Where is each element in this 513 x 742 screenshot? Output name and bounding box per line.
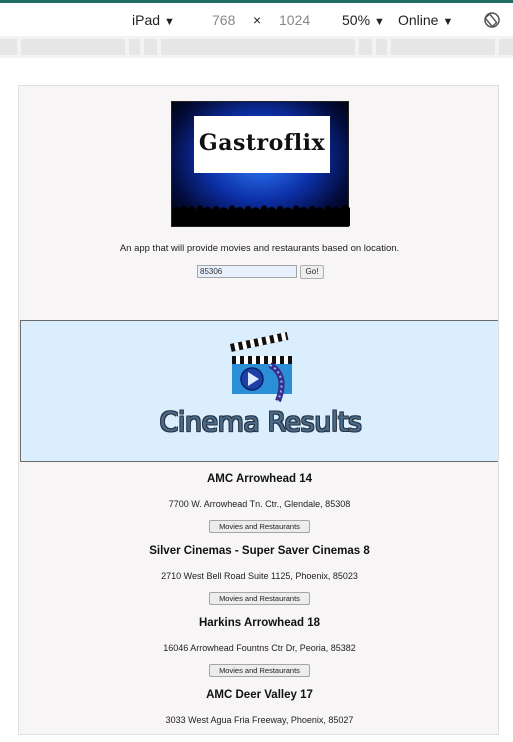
times-label: × [253, 12, 262, 28]
cinema-name: Harkins Arrowhead 18 [198, 617, 320, 629]
movies-and-restaurants-button[interactable]: Movies and Restaurants [209, 664, 310, 677]
chevron-down-icon: ▼ [164, 16, 175, 28]
cinema-name: AMC Deer Valley 17 [206, 689, 313, 701]
cinema-results-banner: Cinema Results [20, 320, 498, 462]
device-select[interactable]: iPad ▼ [132, 12, 175, 28]
cinema-address: 3033 West Agua Fria Freeway, Phoenix, 85… [165, 715, 354, 725]
cinema-item: AMC Arrowhead 14 7700 W. Arrowhead Tn. C… [19, 473, 498, 533]
network-label: Online [398, 12, 439, 28]
ruler-segment[interactable] [376, 39, 387, 55]
ruler-segment[interactable] [391, 39, 495, 55]
media-query-ruler [0, 36, 513, 58]
logo-card: Gastroflix [194, 116, 330, 173]
chevron-down-icon: ▼ [442, 16, 454, 28]
page-viewport: Gastroflix An app that will provide movi… [18, 85, 499, 735]
width-input[interactable]: 768 [212, 12, 235, 28]
ruler-segment[interactable] [21, 39, 125, 55]
network-select[interactable]: Online ▼ [398, 12, 453, 28]
ruler-segment[interactable] [0, 39, 17, 55]
banner-title: Cinema Results [159, 407, 363, 438]
go-button[interactable]: Go! [300, 265, 324, 279]
ruler-segment[interactable] [144, 39, 157, 55]
cinema-address: 2710 West Bell Road Suite 1125, Phoenix,… [161, 571, 358, 581]
height-input[interactable]: 1024 [279, 12, 310, 28]
ruler-segment[interactable] [499, 39, 513, 55]
tagline: An app that will provide movies and rest… [119, 243, 400, 254]
zoom-select[interactable]: 50% ▼ [342, 12, 385, 28]
ruler-segment[interactable] [359, 39, 372, 55]
zip-input[interactable]: 85306 [197, 265, 297, 278]
cinema-name: Silver Cinemas - Super Saver Cinemas 8 [149, 545, 370, 557]
cinema-address: 16046 Arrowhead Fountns Ctr Dr, Peoria, … [163, 643, 356, 653]
cinema-address: 7700 W. Arrowhead Tn. Ctr., Glendale, 85… [168, 499, 351, 509]
cinema-name: AMC Arrowhead 14 [206, 473, 312, 485]
device-toolbar: iPad ▼ 768 × 1024 50% ▼ Online ▼ [0, 0, 513, 36]
device-canvas: Gastroflix An app that will provide movi… [0, 58, 513, 742]
rotate-icon[interactable] [483, 11, 501, 29]
ruler-segment[interactable] [129, 39, 140, 55]
cinema-item: Silver Cinemas - Super Saver Cinemas 8 2… [19, 545, 498, 605]
chevron-down-icon: ▼ [374, 16, 385, 28]
zoom-label: 50% [342, 12, 371, 28]
cinema-item: AMC Deer Valley 17 3033 West Agua Fria F… [19, 689, 498, 725]
cinema-item: Harkins Arrowhead 18 16046 Arrowhead Fou… [19, 617, 498, 677]
logo: Gastroflix [171, 101, 350, 227]
logo-title: Gastroflix [198, 130, 326, 156]
clapperboard-icon [230, 331, 292, 403]
audience-silhouette-icon [172, 205, 350, 226]
movies-and-restaurants-button[interactable]: Movies and Restaurants [209, 520, 310, 533]
movies-and-restaurants-button[interactable]: Movies and Restaurants [209, 592, 310, 605]
device-label: iPad [132, 12, 161, 28]
ruler-segment[interactable] [161, 39, 355, 55]
